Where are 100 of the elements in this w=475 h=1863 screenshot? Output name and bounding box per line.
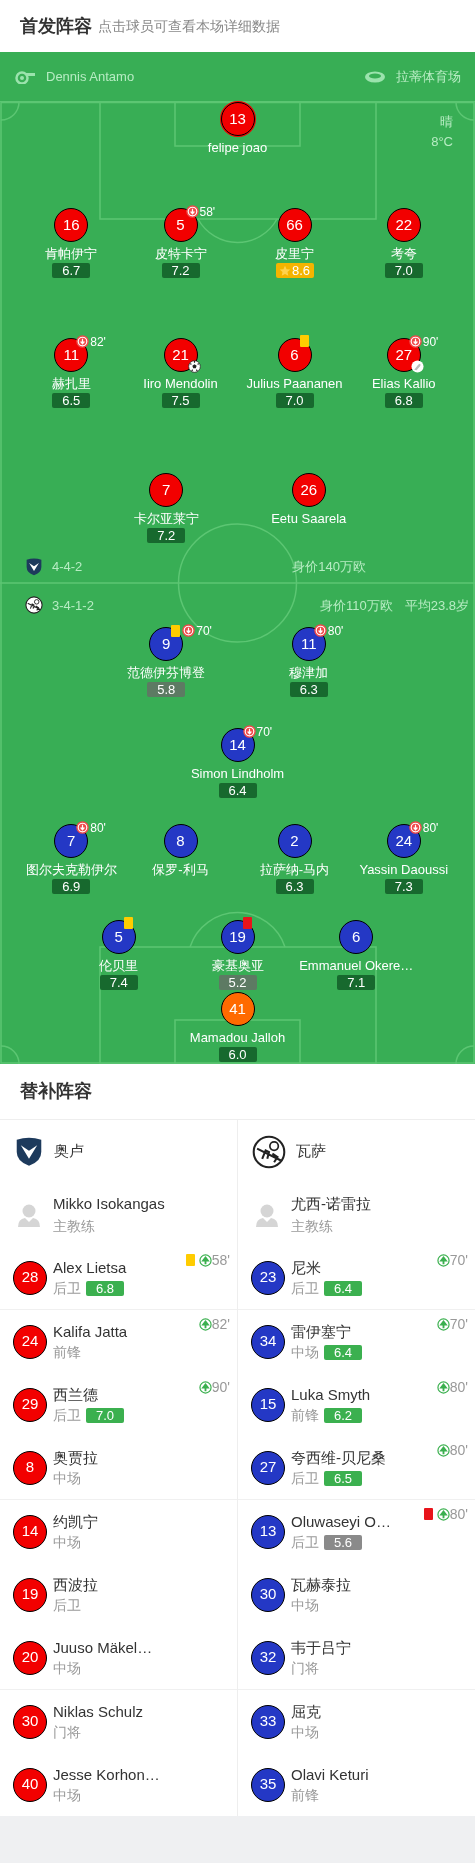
player-number[interactable]: 8: [163, 824, 198, 858]
player-position: 前锋: [291, 1406, 319, 1424]
player-name: Julius Paananen: [246, 376, 343, 392]
coach-name: 尤西-诺雷拉: [291, 1193, 371, 1214]
player-number[interactable]: 13: [251, 1514, 285, 1549]
player-number[interactable]: 19: [13, 1577, 47, 1612]
player-name: 伦贝里: [99, 958, 139, 974]
player-rating: 7.1: [337, 975, 376, 990]
player-rating: 7.5: [161, 393, 200, 408]
player-name: 奥贾拉: [53, 1448, 98, 1468]
player-number[interactable]: 30: [13, 1704, 47, 1739]
player-number[interactable]: 30: [251, 1577, 285, 1612]
player-number[interactable]: 14: [220, 728, 255, 762]
player-name: 豪基奥亚: [211, 958, 264, 974]
player-number[interactable]: 24: [386, 824, 421, 858]
player-number[interactable]: 2: [277, 824, 312, 858]
player-position: 中场: [53, 1533, 81, 1551]
player-number[interactable]: 16: [54, 208, 89, 242]
player-number[interactable]: 40: [13, 1767, 47, 1802]
player-name: Alex Lietsa: [53, 1258, 127, 1278]
player-name: Emmanuel Okere…: [299, 958, 414, 974]
player-number[interactable]: 34: [251, 1324, 285, 1359]
team-value: 身价110万欧: [319, 596, 393, 615]
player-number[interactable]: 11: [291, 627, 326, 661]
formation: 3-4-1-2: [52, 596, 94, 615]
substitution-minute: 80': [422, 821, 439, 834]
player-position: 后卫: [291, 1279, 319, 1297]
player-position: 前锋: [53, 1343, 81, 1361]
player-position: 门将: [53, 1723, 81, 1741]
player-rating: 5.2: [218, 975, 257, 990]
player-position: 中场: [53, 1469, 81, 1487]
player-number[interactable]: 29: [13, 1387, 47, 1422]
player-number[interactable]: 11: [54, 338, 89, 372]
player-position: 后卫: [53, 1279, 81, 1297]
stadium-name: 拉蒂体育场: [396, 67, 461, 86]
player-number[interactable]: 5: [163, 208, 198, 242]
player-number[interactable]: 7: [149, 473, 184, 507]
coach-role: 主教练: [291, 1216, 334, 1236]
team-name: 瓦萨: [296, 1141, 326, 1162]
player-rating: 7.2: [147, 528, 186, 543]
section-hint: 点击球员可查看本场详细数据: [98, 16, 280, 36]
substitution-minute: 80': [449, 1443, 468, 1457]
player-number[interactable]: 6: [277, 338, 312, 372]
player-number[interactable]: 33: [251, 1704, 285, 1739]
player-number[interactable]: 13: [220, 102, 255, 136]
player-rating: 6.7: [52, 263, 91, 278]
substitution-minute: 58': [199, 205, 216, 218]
substitution-minute: 90': [211, 1380, 230, 1394]
substitution-minute: 70': [256, 725, 273, 738]
whistle-icon: [14, 69, 36, 84]
player-name: 皮里宁: [275, 246, 314, 262]
player-position: 后卫: [53, 1406, 81, 1424]
player-name: 韦于吕宁: [291, 1638, 351, 1658]
player-name: 西波拉: [53, 1575, 98, 1595]
player-number[interactable]: 27: [251, 1450, 285, 1485]
player-number[interactable]: 24: [13, 1324, 47, 1359]
player-rating: 6.5: [52, 393, 91, 408]
player-rating: 6.4: [324, 1280, 362, 1296]
player-number[interactable]: 26: [291, 473, 326, 507]
player-number[interactable]: 20: [13, 1640, 47, 1675]
player-name: 卡尔亚莱宁: [133, 511, 199, 527]
player-number[interactable]: 6: [339, 920, 374, 954]
player-rating: 6.4: [324, 1344, 362, 1360]
stadium-icon: [364, 69, 386, 84]
substitution-minute: 80': [90, 821, 106, 834]
player-name: 雷伊塞宁: [291, 1322, 352, 1342]
player-number[interactable]: 32: [251, 1640, 285, 1675]
player-number[interactable]: 28: [13, 1260, 47, 1295]
player-number[interactable]: 66: [277, 208, 312, 242]
player-number[interactable]: 22: [386, 208, 421, 242]
player-number[interactable]: 35: [251, 1767, 285, 1802]
player-number[interactable]: 21: [163, 338, 198, 372]
player-number[interactable]: 8: [13, 1450, 47, 1485]
player-rating: 6.0: [218, 1047, 257, 1062]
player-number[interactable]: 14: [13, 1514, 47, 1549]
section-title: 替补阵容: [20, 1080, 92, 1103]
shield-logo-icon: [14, 1136, 44, 1167]
player-name: 图尔夫克勒伊尔: [25, 862, 117, 878]
player-rating: 5.8: [147, 682, 186, 697]
player-number[interactable]: 5: [101, 920, 136, 954]
player-number[interactable]: 15: [251, 1387, 285, 1422]
player-name: 屈克: [291, 1702, 321, 1722]
player-number[interactable]: 41: [220, 992, 255, 1026]
player-number[interactable]: 23: [251, 1260, 285, 1295]
player-number[interactable]: 9: [149, 627, 184, 661]
substitution-minute: 80': [327, 624, 344, 637]
player-name: Eetu Saarela: [271, 511, 347, 527]
player-number[interactable]: 19: [220, 920, 255, 954]
player-name: Olavi Keturi: [291, 1765, 369, 1785]
player-name: 夸西维-贝尼桑: [291, 1448, 386, 1468]
player-number[interactable]: 7: [54, 824, 89, 858]
player-rating: 7.3: [384, 879, 423, 894]
player-name: 考夸: [390, 246, 417, 262]
substitution-minute: 70': [196, 624, 212, 637]
player-name: 约凯宁: [53, 1512, 98, 1532]
player-name: Niklas Schulz: [53, 1702, 144, 1722]
team-value: 身价140万欧: [292, 558, 366, 576]
player-rating: 6.8: [384, 393, 423, 408]
weather: 晴: [440, 113, 453, 131]
player-name: 保罗-利马: [152, 862, 209, 878]
